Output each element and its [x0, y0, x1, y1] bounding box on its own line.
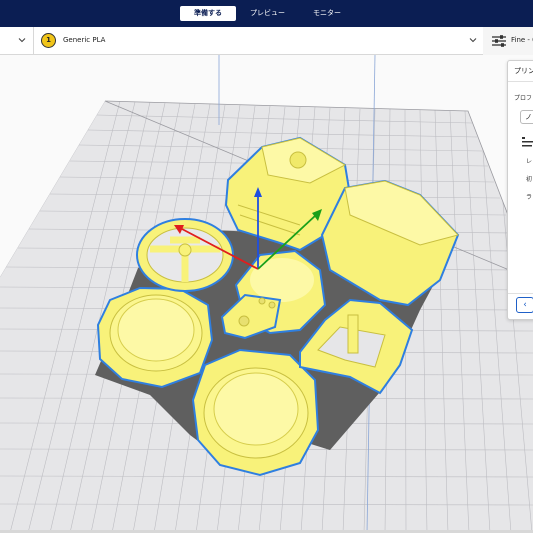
layer-list-icon	[522, 137, 533, 147]
material-name: Generic PLA	[63, 36, 106, 44]
material-selector[interactable]: 1 Generic PLA	[33, 27, 483, 55]
stage-header: 準備する プレビュー モニター	[0, 0, 533, 27]
sliders-icon	[492, 35, 506, 47]
round-lid-model[interactable]	[191, 348, 320, 477]
print-settings-selector[interactable]: Fine - 0	[483, 27, 533, 55]
build-plate-scene[interactable]	[0, 55, 533, 533]
setting-row-label: 初	[526, 176, 533, 183]
profile-button[interactable]: ノ	[520, 110, 533, 124]
printer-toolbar: 1 Generic PLA Fine - 0	[0, 27, 533, 55]
profile-label: プロファ	[514, 95, 533, 102]
panel-title: プリント	[514, 67, 533, 75]
print-settings-panel: プリント プロファ ノ レ 初 ラ ‹	[507, 60, 533, 320]
cura-window: 準備する プレビュー モニター 1 Generic PLA Fine - プリン…	[0, 0, 533, 533]
setting-row-label: レ	[526, 158, 533, 165]
3d-viewport[interactable]	[0, 55, 533, 533]
extruder-badge: 1	[41, 33, 56, 48]
tab-preview[interactable]: プレビュー	[236, 6, 299, 21]
chevron-down-icon[interactable]	[18, 36, 26, 44]
round-lid-model[interactable]	[96, 286, 214, 389]
stage-tabs: 準備する プレビュー モニター	[180, 6, 355, 21]
setting-row-label: ラ	[526, 194, 533, 201]
tab-prepare[interactable]: 準備する	[180, 6, 236, 21]
print-profile-label: Fine - 0	[511, 36, 533, 44]
panel-divider	[508, 293, 533, 294]
chevron-down-icon[interactable]	[469, 36, 477, 44]
panel-divider	[508, 81, 533, 82]
tab-monitor[interactable]: モニター	[299, 6, 355, 21]
back-button[interactable]: ‹	[516, 297, 533, 313]
